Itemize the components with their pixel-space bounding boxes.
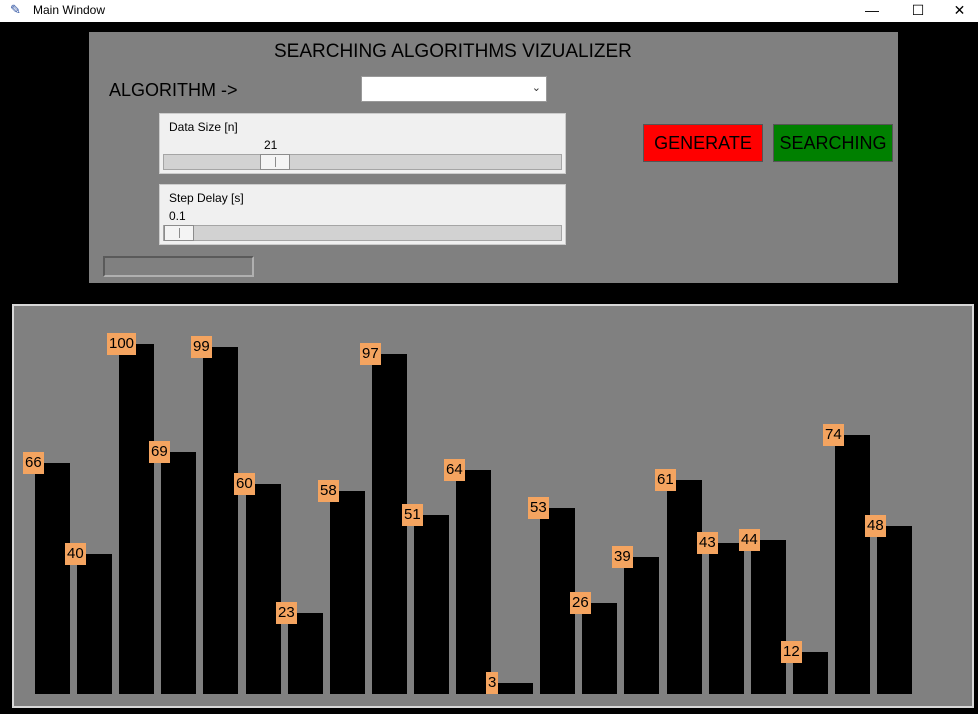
generate-button[interactable]: GENERATE [643, 124, 763, 162]
algorithm-label: ALGORITHM -> [109, 80, 238, 100]
bar-value-label: 74 [823, 424, 844, 446]
data-size-value: 21 [264, 138, 278, 152]
bar-value-label: 97 [360, 343, 381, 365]
bar-value-label: 51 [402, 504, 423, 526]
bar-value-label: 23 [276, 602, 297, 624]
data-size-label: Data Size [n] [169, 120, 238, 134]
chevron-down-icon: ⌄ [531, 82, 541, 94]
bar-value-label: 43 [697, 532, 718, 554]
bar-value-label: 40 [65, 543, 86, 565]
chart-bar [709, 543, 744, 694]
chart-bar [203, 347, 238, 694]
chart-bar [667, 480, 702, 694]
chart-bar [161, 452, 196, 694]
bar-chart-canvas: 66 40 100 69 99 60 23 58 97 51 64 3 53 26 39 61 43 44 12 74… [12, 304, 974, 708]
search-button[interactable]: SEARCHING [773, 124, 893, 162]
minimize-button[interactable]: — [849, 0, 895, 22]
chart-bar [414, 515, 449, 694]
data-size-trough[interactable] [163, 154, 562, 170]
chart-bar [288, 613, 323, 694]
data-size-scale: Data Size [n] 21 [159, 113, 566, 174]
bar-value-label: 44 [739, 529, 760, 551]
app-heading: SEARCHING ALGORITHMS VIZUALIZER [274, 41, 632, 62]
chart-bar [751, 540, 786, 694]
bar-value-label: 69 [149, 441, 170, 463]
bar-value-label: 66 [23, 452, 44, 474]
bar-value-label: 12 [781, 641, 802, 663]
chart-bar [77, 554, 112, 694]
chart-bar [877, 526, 912, 694]
bar-value-label: 60 [234, 473, 255, 495]
step-delay-scale: Step Delay [s] 0.1 [159, 184, 566, 245]
progress-bar [103, 256, 254, 277]
chart-bar [35, 463, 70, 694]
step-delay-value: 0.1 [169, 209, 186, 223]
step-delay-slider-handle[interactable] [164, 225, 194, 241]
chart-bar [582, 603, 617, 694]
feather-icon: ✎ [10, 2, 21, 17]
title-bar: ✎ Main Window — ☐ ✕ [0, 0, 978, 22]
chart-bar [498, 683, 533, 694]
bar-value-label: 26 [570, 592, 591, 614]
chart-bar [119, 344, 154, 694]
chart-bar [330, 491, 365, 694]
step-delay-label: Step Delay [s] [169, 191, 244, 205]
bar-value-label: 58 [318, 480, 339, 502]
algorithm-select[interactable]: ⌄ [361, 76, 547, 102]
close-button[interactable]: ✕ [941, 0, 978, 22]
control-panel: SEARCHING ALGORITHMS VIZUALIZER ALGORITH… [89, 32, 898, 283]
bar-value-label: 100 [107, 333, 137, 355]
bar-value-label: 39 [612, 546, 633, 568]
bar-value-label: 48 [865, 515, 886, 537]
chart-bar [835, 435, 870, 694]
bar-value-label: 3 [486, 672, 499, 694]
chart-bar [246, 484, 281, 694]
data-size-slider-handle[interactable] [260, 154, 290, 170]
chart-bar [456, 470, 491, 694]
window-title: Main Window [33, 3, 106, 17]
bar-value-label: 64 [444, 459, 465, 481]
chart-bar [624, 557, 659, 694]
bar-value-label: 61 [655, 469, 676, 491]
maximize-button[interactable]: ☐ [895, 0, 941, 22]
step-delay-trough[interactable] [163, 225, 562, 241]
bar-value-label: 53 [528, 497, 549, 519]
bar-value-label: 99 [191, 336, 212, 358]
